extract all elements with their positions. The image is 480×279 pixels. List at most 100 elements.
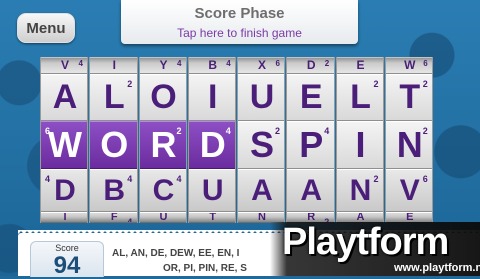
tile-letter: V xyxy=(399,173,420,207)
letter-tile[interactable]: U xyxy=(139,212,186,223)
tile-points: 2 xyxy=(274,126,280,136)
letter-tile[interactable]: N xyxy=(238,212,285,223)
tile-letter: I xyxy=(208,78,218,116)
tile-letter: E xyxy=(299,78,323,116)
tile-letter: I xyxy=(355,124,366,165)
letter-tile[interactable]: I xyxy=(336,121,383,169)
letter-tile[interactable]: P4 xyxy=(287,121,334,169)
tile-letter: D xyxy=(199,124,226,165)
tile-letter: C xyxy=(152,173,175,207)
tile-letter: U xyxy=(201,173,224,207)
letter-reel-column[interactable]: X6US2AN xyxy=(237,57,286,223)
letter-tile-selected[interactable]: W6 xyxy=(41,121,88,169)
letter-tile[interactable]: A xyxy=(41,74,88,121)
letter-tile[interactable]: W6 xyxy=(385,57,432,74)
tile-letter: Y xyxy=(159,58,168,72)
letter-tile[interactable]: O xyxy=(139,74,186,121)
letter-tile[interactable]: E xyxy=(385,212,432,223)
tile-letter: D xyxy=(306,58,316,72)
tile-letter: S xyxy=(249,124,274,165)
tile-letter: A xyxy=(52,78,78,116)
tile-points: 2 xyxy=(422,79,428,89)
letter-tile[interactable]: Y4 xyxy=(139,57,186,74)
letter-tile[interactable]: B4 xyxy=(90,169,137,212)
letter-reel-column[interactable]: B4ID4UT xyxy=(187,57,236,223)
letter-reel-column[interactable]: W6T2N2V6E xyxy=(384,57,433,223)
score-value: 94 xyxy=(53,252,81,279)
tile-letter: B xyxy=(103,173,126,207)
tile-letter: N xyxy=(349,173,372,207)
letter-tile[interactable]: T xyxy=(188,212,235,223)
letter-tile[interactable]: U xyxy=(188,169,235,212)
letter-reel-column[interactable]: EL2IN2A xyxy=(335,57,384,223)
letter-tile-selected[interactable]: R2 xyxy=(139,121,186,169)
letter-tile[interactable]: B4 xyxy=(188,57,235,74)
tile-letter: O xyxy=(150,78,177,116)
tile-points: 6 xyxy=(275,59,280,68)
found-words-line: OR, PI, PIN, RE, S xyxy=(163,263,247,274)
tile-points: 4 xyxy=(324,126,330,136)
tile-letter: L xyxy=(350,78,371,116)
tile-letter: F xyxy=(110,212,118,223)
letter-tile-selected[interactable]: D4 xyxy=(188,121,235,169)
letter-tile[interactable]: E xyxy=(287,74,334,121)
letter-tile[interactable]: I xyxy=(188,74,235,121)
tile-letter: L xyxy=(103,78,125,116)
letter-tile-selected[interactable]: O xyxy=(90,121,137,169)
letter-tile[interactable]: F4 xyxy=(90,212,137,223)
tile-letter: X xyxy=(257,58,266,72)
tile-points: 6 xyxy=(422,174,428,184)
tile-letter: N xyxy=(258,212,266,223)
tile-letter: P xyxy=(299,124,324,165)
tile-points: 2 xyxy=(373,174,379,184)
letter-tile[interactable]: U xyxy=(238,74,285,121)
finish-game-banner[interactable]: Score Phase Tap here to finish game xyxy=(121,0,358,44)
letter-tile[interactable]: V4 xyxy=(41,57,88,74)
letter-tile[interactable]: E xyxy=(336,57,383,74)
letter-tile[interactable]: A xyxy=(238,169,285,212)
tile-points: 6 xyxy=(423,59,428,68)
tile-points: 4 xyxy=(225,126,231,136)
letter-reel-column[interactable]: D2EP4AR2 xyxy=(286,57,335,223)
letter-tile[interactable]: X6 xyxy=(238,57,285,74)
tile-letter: N xyxy=(396,124,423,165)
tile-points: 4 xyxy=(177,59,182,68)
letter-reel-column[interactable]: I L2OB4F4 xyxy=(89,57,138,223)
letter-reel-board: V4AW6D4IIL2OB4F4Y4OR2C4UB4ID4UTX6US2AND2… xyxy=(40,57,433,223)
letter-tile[interactable]: D2 xyxy=(287,57,334,74)
letter-tile[interactable]: I xyxy=(90,57,137,74)
menu-button[interactable]: Menu xyxy=(17,13,75,43)
letter-tile[interactable]: S2 xyxy=(238,121,285,169)
letter-tile[interactable]: A xyxy=(287,169,334,212)
tile-letter: R xyxy=(307,212,316,223)
tile-points: 4 xyxy=(226,59,231,68)
letter-tile[interactable]: D4 xyxy=(41,169,88,212)
letter-tile[interactable]: C4 xyxy=(139,169,186,212)
letter-tile[interactable]: L2 xyxy=(90,74,137,121)
letter-tile[interactable]: N2 xyxy=(336,169,383,212)
tile-letter: U xyxy=(159,212,168,223)
tile-letter: W xyxy=(48,124,82,165)
tile-letter: E xyxy=(406,212,414,223)
tile-letter: A xyxy=(251,173,273,207)
letter-reel-column[interactable]: Y4OR2C4U xyxy=(138,57,187,223)
letter-tile[interactable]: A xyxy=(336,212,383,223)
letter-tile[interactable]: N2 xyxy=(385,121,432,169)
tile-letter: I xyxy=(112,58,116,72)
tile-letter: V xyxy=(60,58,69,72)
playtform-logo: Playtform xyxy=(282,221,449,263)
letter-tile[interactable]: I xyxy=(41,212,88,223)
tile-points: 2 xyxy=(422,126,428,136)
tile-letter: T xyxy=(209,212,217,223)
tile-points: 2 xyxy=(373,79,379,89)
letter-tile[interactable]: T2 xyxy=(385,74,432,121)
letter-tile[interactable]: L2 xyxy=(336,74,383,121)
tile-points: 4 xyxy=(176,174,182,184)
tile-letter: B xyxy=(208,58,218,72)
watermark-url: www.playtform.net xyxy=(394,262,480,274)
letter-reel-column[interactable]: V4 A W6D4I xyxy=(40,57,89,223)
tile-letter: O xyxy=(100,124,129,165)
tile-letter: A xyxy=(300,173,323,207)
letter-tile[interactable]: V6 xyxy=(385,169,432,212)
letter-tile[interactable]: R2 xyxy=(287,212,334,223)
